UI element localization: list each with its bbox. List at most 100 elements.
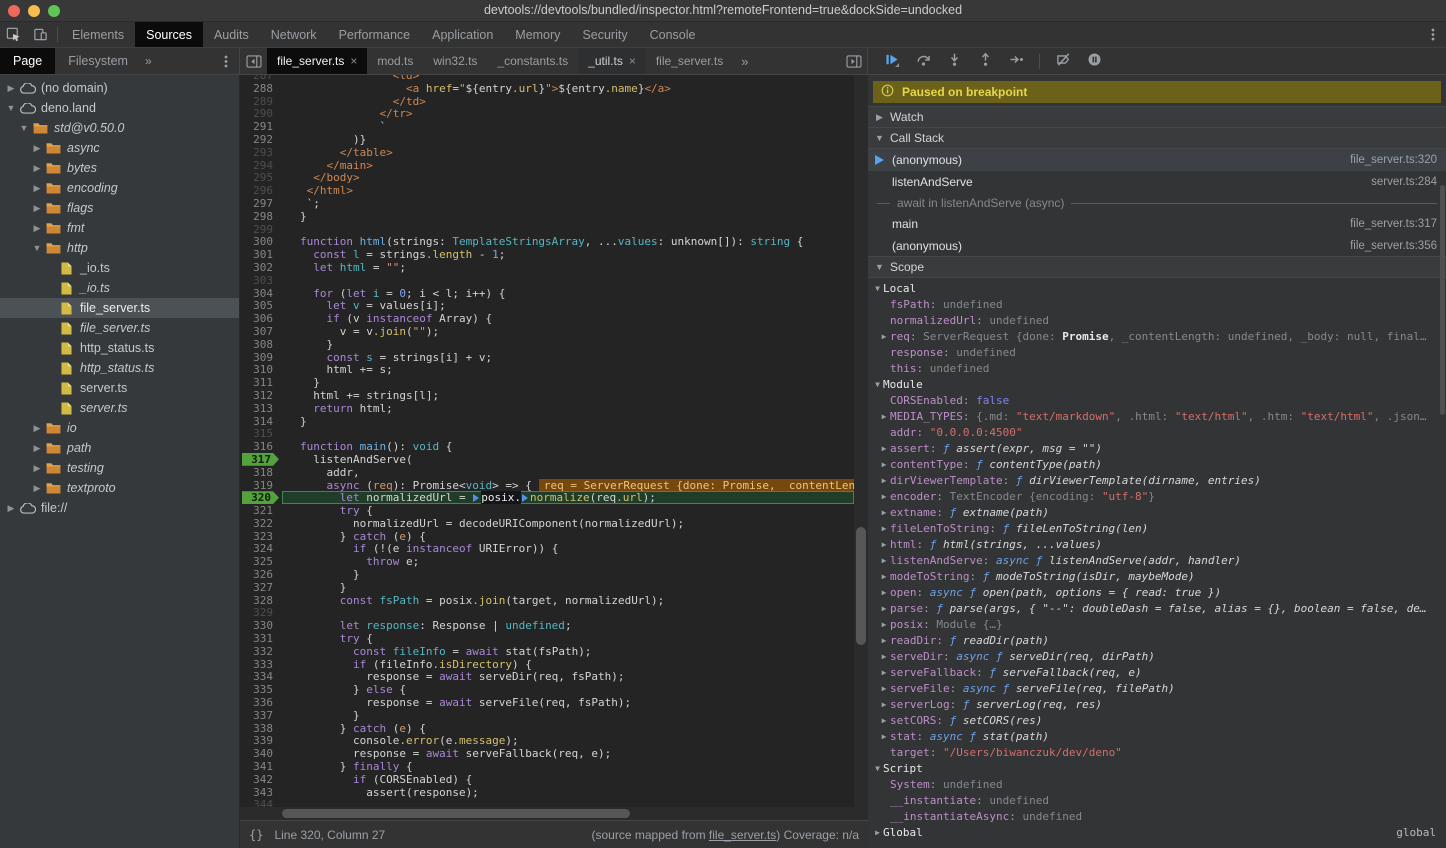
- line-number[interactable]: 314: [253, 415, 273, 428]
- scope-property[interactable]: this: undefined: [868, 360, 1446, 376]
- tab-console[interactable]: Console: [639, 22, 707, 47]
- chevron-down-icon[interactable]: ▼: [4, 103, 18, 113]
- tree-item-textproto[interactable]: ▶textproto: [0, 478, 239, 498]
- gutter-cell[interactable]: 317: [240, 453, 282, 466]
- pretty-print-icon[interactable]: {}: [249, 828, 263, 842]
- line-number[interactable]: 321: [253, 504, 273, 517]
- code-line[interactable]: 301 const l = strings.length - 1;: [240, 248, 854, 261]
- gutter-cell[interactable]: 289: [240, 95, 282, 108]
- chevron-down-icon[interactable]: ▼: [30, 243, 44, 253]
- code-line[interactable]: 328 const fsPath = posix.join(target, no…: [240, 594, 854, 607]
- step-into-button[interactable]: [943, 50, 965, 72]
- breakpoint-marker[interactable]: 317: [242, 453, 279, 466]
- editor-tab-win32-ts[interactable]: win32.ts: [423, 48, 487, 74]
- code-line[interactable]: 335 } else {: [240, 683, 854, 696]
- code-line[interactable]: 321 try {: [240, 504, 854, 517]
- tree-item-http[interactable]: ▼http: [0, 238, 239, 258]
- chevron-right-icon[interactable]: ▶: [30, 443, 44, 454]
- call-stack-frame[interactable]: (anonymous)file_server.ts:356: [868, 235, 1446, 257]
- gutter-cell[interactable]: 343: [240, 786, 282, 799]
- code-line[interactable]: 291 `: [240, 120, 854, 133]
- chevron-right-icon[interactable]: ▶: [878, 540, 890, 549]
- gutter-cell[interactable]: 311: [240, 376, 282, 389]
- gutter-cell[interactable]: 322: [240, 517, 282, 530]
- chevron-right-icon[interactable]: ▶: [30, 143, 44, 154]
- navigator-overflow-chevron[interactable]: »: [141, 48, 156, 74]
- line-number[interactable]: 296: [253, 184, 273, 197]
- gutter-cell[interactable]: 320: [240, 491, 282, 504]
- code-line[interactable]: 330 let response: Response | undefined;: [240, 619, 854, 632]
- editor-tab-file-server-ts[interactable]: file_server.ts×: [267, 48, 367, 74]
- scope-property[interactable]: ▶listenAndServe: async ƒ listenAndServe(…: [868, 552, 1446, 568]
- line-number[interactable]: 295: [253, 171, 273, 184]
- tree-item-file-server-ts[interactable]: file_server.ts: [0, 298, 239, 318]
- line-number[interactable]: 312: [253, 389, 273, 402]
- gutter-cell[interactable]: 300: [240, 235, 282, 248]
- code-line[interactable]: 340 response = await serveFallback(req, …: [240, 747, 854, 760]
- code-line[interactable]: 327 }: [240, 581, 854, 594]
- gutter-cell[interactable]: 295: [240, 171, 282, 184]
- step-button[interactable]: [1005, 50, 1027, 72]
- line-number[interactable]: 299: [253, 223, 273, 236]
- source-map-link[interactable]: file_server.ts: [709, 828, 776, 842]
- chevron-right-icon[interactable]: ▶: [878, 572, 890, 581]
- pause-on-exceptions-button[interactable]: [1083, 50, 1105, 72]
- line-number[interactable]: 331: [253, 632, 273, 645]
- gutter-cell[interactable]: 333: [240, 658, 282, 671]
- line-number[interactable]: 339: [253, 734, 273, 747]
- call-stack-frame[interactable]: listenAndServeserver.ts:284: [868, 171, 1446, 193]
- tree-item-encoding[interactable]: ▶encoding: [0, 178, 239, 198]
- deactivate-breakpoints-button[interactable]: [1052, 50, 1074, 72]
- code-line[interactable]: 311 }: [240, 376, 854, 389]
- watch-section-header[interactable]: ▶ Watch: [868, 106, 1446, 128]
- line-number[interactable]: 313: [253, 402, 273, 415]
- code-line[interactable]: 338 } catch (e) {: [240, 722, 854, 735]
- line-number[interactable]: 335: [253, 683, 273, 696]
- chevron-right-icon[interactable]: ▶: [878, 732, 890, 741]
- code-line[interactable]: 308 }: [240, 338, 854, 351]
- editor-tabs-overflow-chevron[interactable]: »: [733, 48, 756, 74]
- gutter-cell[interactable]: 336: [240, 696, 282, 709]
- tree-item-http-status-ts[interactable]: http_status.ts: [0, 358, 239, 378]
- chevron-right-icon[interactable]: ▶: [30, 163, 44, 174]
- gutter-cell[interactable]: 307: [240, 325, 282, 338]
- scope-group-script[interactable]: ▼Script: [868, 760, 1446, 776]
- chevron-right-icon[interactable]: ▶: [30, 183, 44, 194]
- line-number[interactable]: 306: [253, 312, 273, 325]
- gutter-cell[interactable]: 339: [240, 734, 282, 747]
- gutter-cell[interactable]: 292: [240, 133, 282, 146]
- close-tab-icon[interactable]: ×: [350, 54, 357, 68]
- scope-property[interactable]: ▶modeToString: ƒ modeToString(isDir, may…: [868, 568, 1446, 584]
- gutter-cell[interactable]: 293: [240, 146, 282, 159]
- line-number[interactable]: 315: [253, 427, 273, 440]
- gutter-cell[interactable]: 329: [240, 606, 282, 619]
- expand-debugger-icon[interactable]: [840, 48, 867, 74]
- tab-sources[interactable]: Sources: [135, 22, 203, 47]
- line-number[interactable]: 318: [253, 466, 273, 479]
- tab-elements[interactable]: Elements: [61, 22, 135, 47]
- code-line[interactable]: 312 html += strings[l];: [240, 389, 854, 402]
- gutter-cell[interactable]: 332: [240, 645, 282, 658]
- scope-section-header[interactable]: ▼ Scope: [868, 256, 1446, 278]
- code-line[interactable]: 309 const s = strings[i] + v;: [240, 351, 854, 364]
- scope-property[interactable]: ▶contentType: ƒ contentType(path): [868, 456, 1446, 472]
- scope-property[interactable]: ▶assert: ƒ assert(expr, msg = ""): [868, 440, 1446, 456]
- line-number[interactable]: 302: [253, 261, 273, 274]
- code-line[interactable]: 317 listenAndServe(: [240, 453, 854, 466]
- line-number[interactable]: 334: [253, 670, 273, 683]
- chevron-right-icon[interactable]: ▶: [878, 556, 890, 565]
- tree-item-flags[interactable]: ▶flags: [0, 198, 239, 218]
- chevron-right-icon[interactable]: ▶: [4, 83, 18, 94]
- call-stack-section-header[interactable]: ▼ Call Stack: [868, 127, 1446, 149]
- scope-group-global[interactable]: ▶Globalglobal: [868, 824, 1446, 840]
- code-line[interactable]: 316function main(): void {: [240, 440, 854, 453]
- tree-item-deno-land[interactable]: ▼deno.land: [0, 98, 239, 118]
- tab-audits[interactable]: Audits: [203, 22, 260, 47]
- scope-property[interactable]: ▶extname: ƒ extname(path): [868, 504, 1446, 520]
- scope-property[interactable]: ▶fileLenToString: ƒ fileLenToString(len): [868, 520, 1446, 536]
- code-line[interactable]: 333 if (fileInfo.isDirectory) {: [240, 658, 854, 671]
- gutter-cell[interactable]: 314: [240, 415, 282, 428]
- chevron-right-icon[interactable]: ▶: [878, 716, 890, 725]
- line-number[interactable]: 325: [253, 555, 273, 568]
- line-number[interactable]: 336: [253, 696, 273, 709]
